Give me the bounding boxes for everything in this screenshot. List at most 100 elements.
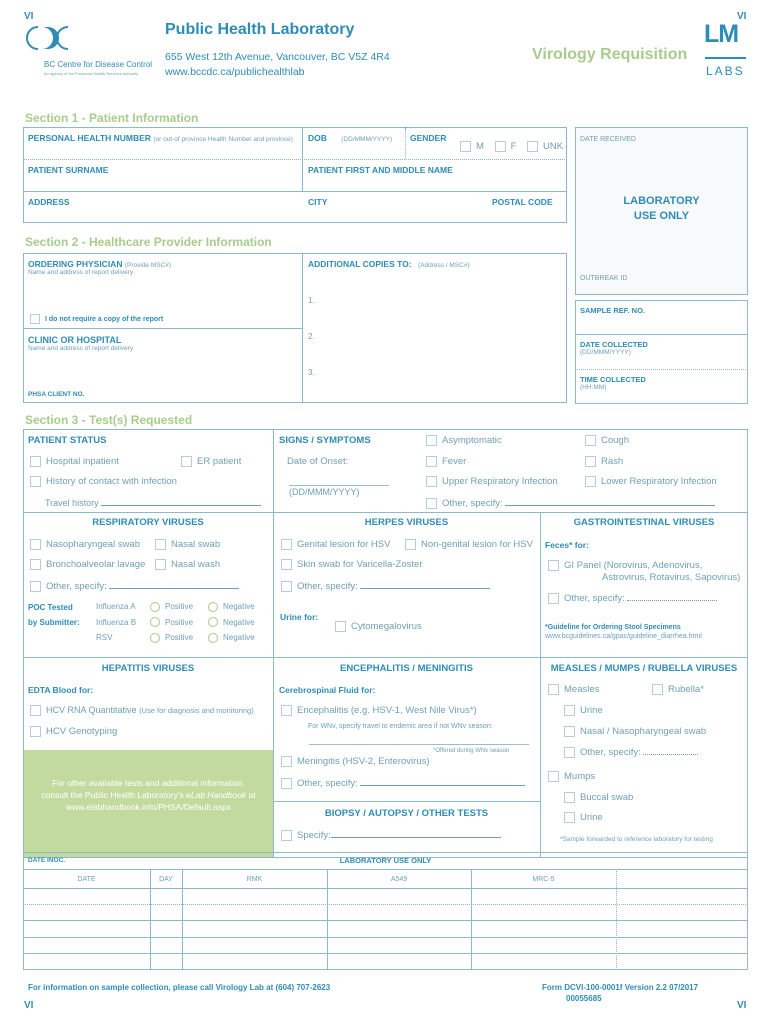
address-field[interactable]: ADDRESS [28,197,70,207]
encephalitis-checkbox[interactable]: Encephalitis (e.g. HSV-1, West Nile Viru… [281,705,477,716]
copy-line-1[interactable]: 1. [308,296,315,305]
flu-a-negative-radio[interactable]: Negative [208,601,255,612]
hcv-genotyping-checkbox[interactable]: HCV Genotyping [30,726,117,737]
np-swab-checkbox[interactable]: Nasopharyngeal swab [30,539,140,550]
date-received-label: DATE RECEIVED [580,136,636,143]
biopsy-specify-checkbox[interactable]: Specify: [281,829,501,841]
rsv-negative-radio[interactable]: Negative [208,632,255,643]
sample-ref-field[interactable]: SAMPLE REF. NO. [580,306,645,315]
divider [23,904,748,905]
surname-field[interactable]: PATIENT SURNAME [28,165,108,175]
rash-checkbox[interactable]: Rash [585,456,623,467]
gender-m-checkbox[interactable]: M [460,141,484,152]
corner-mark-top-right: VI [737,11,747,22]
copy-line-2[interactable]: 2. [308,332,315,341]
phn-note: (or out-of province Health Number and pr… [153,136,293,143]
elab-handbook-link[interactable]: www.elabhandbook.info/PHSA/Default.aspx [24,801,273,813]
encephalitis-header: ENCEPHALITIS / MENINGITIS [339,663,473,674]
meningitis-checkbox[interactable]: Meningitis (HSV-2, Enterovirus) [281,756,430,767]
resp-other-checkbox[interactable]: Other, specify: [30,580,240,592]
clinic-hospital-field[interactable]: CLINIC OR HOSPITAL Name and address of re… [28,335,133,352]
gender-label: GENDER [410,133,447,143]
onset-date-field[interactable] [289,485,389,486]
hcv-rna-checkbox[interactable]: HCV RNA Quantitative (Use for diagnosis … [30,705,254,717]
rubella-checkbox[interactable]: Rubella* [652,684,704,695]
phsa-client-field[interactable]: PHSA CLIENT NO. [28,391,84,398]
city-field[interactable]: CITY [308,197,327,207]
gi-other-checkbox[interactable]: Other, specify: [548,592,718,604]
section2-title: Section 2 - Healthcare Provider Informat… [25,235,272,249]
signs-symptoms-label: SIGNS / SYMPTOMS [279,435,371,446]
flu-b-negative-radio[interactable]: Negative [208,617,255,628]
nongenital-lesion-checkbox[interactable]: Non-genital lesion for HSV [405,539,533,550]
divider [23,953,748,954]
lm-logo-icon: LM [704,20,739,48]
divider [23,191,567,192]
mumps-checkbox[interactable]: Mumps [548,771,595,782]
labs-logo: LABS [706,64,745,78]
flu-a-positive-radio[interactable]: Positive [150,599,208,615]
outbreak-id-label: OUTBREAK ID [580,275,628,282]
hospital-inpatient-checkbox[interactable]: Hospital inpatient [30,456,119,467]
no-copy-checkbox[interactable]: I do not require a copy of the report [30,314,163,324]
feces-label: Feces* for: [545,540,589,550]
gi-header: GASTROINTESTINAL VIRUSES [573,517,715,528]
patient-status-label: PATIENT STATUS [28,435,107,446]
rsv-positive-radio[interactable]: Positive [150,630,208,646]
org-subtitle: An agency of the Provincial Health Servi… [44,71,139,76]
divider [23,512,748,513]
firstname-field[interactable]: PATIENT FIRST AND MIDDLE NAME [308,165,453,175]
respiratory-header: RESPIRATORY VIRUSES [92,517,204,528]
date-collected-field[interactable]: DATE COLLECTED (DD/MMM/YYYY) [580,340,648,356]
form-number: Form DCVI-100-0001f Version 2.2 07/2017 [542,983,699,992]
logo-divider [705,57,746,59]
time-collected-field[interactable]: TIME COLLECTED (HH:MM) [580,375,646,391]
gi-panel-checkbox[interactable]: GI Panel (Norovirus, Adenovirus, Astrovir… [548,560,740,584]
corner-mark-top-left: VI [24,11,34,22]
gender-f-checkbox[interactable]: F [494,141,516,152]
gender-unk-checkbox[interactable]: UNK [527,141,563,152]
genital-lesion-checkbox[interactable]: Genital lesion for HSV [281,539,390,550]
measles-other-checkbox[interactable]: Other, specify: [564,746,699,758]
measles-urine-checkbox[interactable]: Urine [564,705,603,716]
wnv-travel-field[interactable] [309,744,529,745]
stool-guideline-link[interactable]: www.bcguidelines.ca/gpac/guideline_diarr… [545,633,702,640]
signs-other-checkbox[interactable]: Other, specify: [426,497,716,509]
herpes-other-checkbox[interactable]: Other, specify: [281,580,491,592]
poc-row-rsv: RSV Positive Negative [96,630,255,646]
uri-checkbox[interactable]: Upper Respiratory Infection [426,476,558,487]
csf-label: Cerebrospinal Fluid for: [279,685,376,695]
contact-history-checkbox[interactable]: History of contact with infection [30,476,177,487]
asymptomatic-checkbox[interactable]: Asymptomatic [426,435,502,446]
travel-history-field[interactable]: Travel history [45,497,262,508]
lab-website[interactable]: www.bccdc.ca/publichealthlab [165,66,305,78]
divider [616,869,617,970]
mumps-urine-checkbox[interactable]: Urine [564,812,603,823]
divider [302,127,303,191]
enceph-other-checkbox[interactable]: Other, specify: [281,777,526,789]
poc-row-flu-a: Influenza A Positive Negative [96,599,255,615]
flu-b-positive-radio[interactable]: Positive [150,615,208,631]
lri-checkbox[interactable]: Lower Respiratory Infection [585,476,717,487]
nasal-swab-checkbox[interactable]: Nasal swab [155,539,220,550]
divider [23,937,748,938]
divider [302,253,303,403]
nasal-wash-checkbox[interactable]: Nasal wash [155,559,220,570]
vzv-swab-checkbox[interactable]: Skin swab for Varicella-Zoster [281,559,422,570]
cmv-checkbox[interactable]: Cytomegalovirus [335,621,422,632]
copy-line-3[interactable]: 3. [308,368,315,377]
cough-checkbox[interactable]: Cough [585,435,629,446]
measles-checkbox[interactable]: Measles [548,684,599,695]
mumps-buccal-checkbox[interactable]: Buccal swab [564,792,633,803]
bal-checkbox[interactable]: Bronchoalveolar lavage [30,559,145,570]
corner-mark-bottom-right: VI [737,1000,747,1011]
info-panel-text: For other available tests and additional… [24,777,273,813]
er-patient-checkbox[interactable]: ER patient [181,456,241,467]
phn-field[interactable]: PERSONAL HEALTH NUMBER (or out-of provin… [28,133,293,143]
postal-code-field[interactable]: POSTAL CODE [492,197,553,207]
ordering-physician-field[interactable]: ORDERING PHYSICIAN (Provide MSC#) Name an… [28,259,171,276]
dob-field[interactable]: DOB (DD/MMM/YYYY) [308,133,392,143]
wnv-offered-note: *Offered during WNv season [433,748,510,754]
measles-nasal-checkbox[interactable]: Nasal / Nasopharyngeal swab [564,726,706,737]
fever-checkbox[interactable]: Fever [426,456,466,467]
